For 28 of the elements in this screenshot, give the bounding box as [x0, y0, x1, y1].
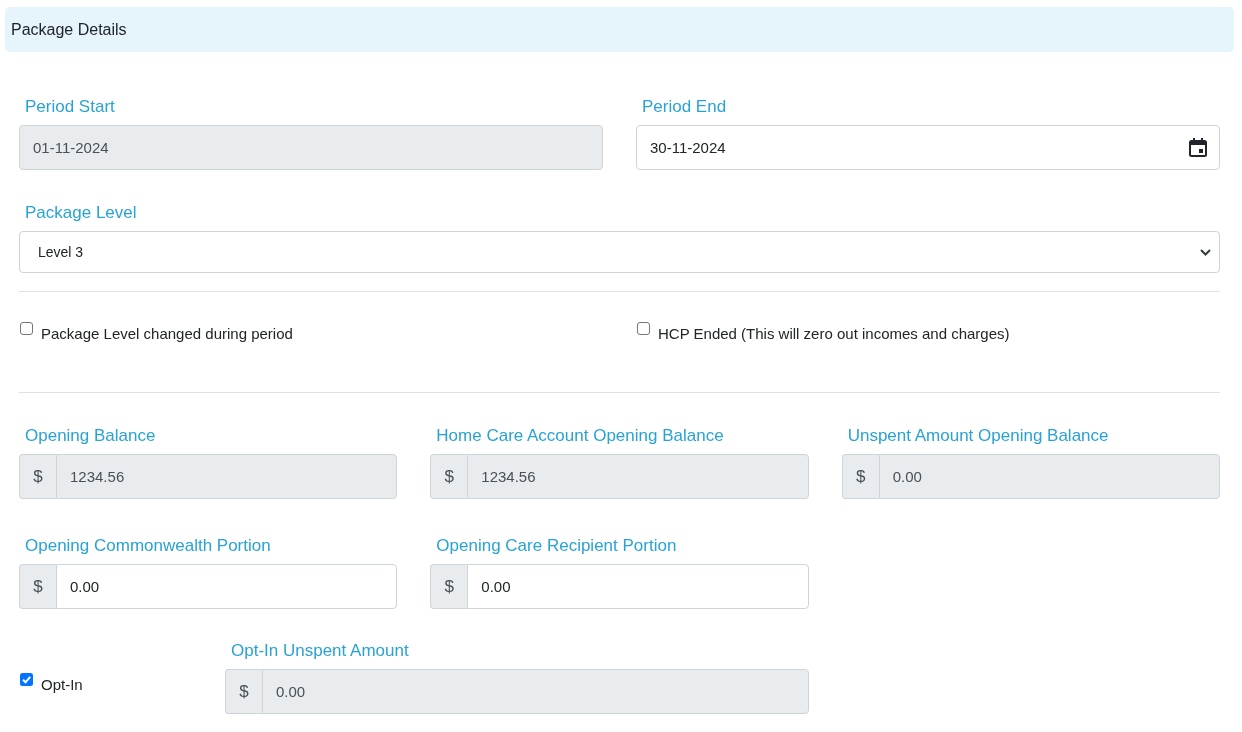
currency-addon: $ [430, 454, 468, 499]
currency-addon: $ [19, 564, 56, 609]
level-select[interactable]: Level 3 [19, 231, 1220, 273]
field-label: Period Start [25, 96, 115, 118]
field-label: Period End [642, 96, 727, 118]
checkbox-label: Opt-In [41, 675, 83, 695]
section-header: Package Details [5, 7, 1234, 52]
currency-addon: $ [225, 669, 262, 714]
currency-addon: $ [19, 454, 56, 499]
checkbox[interactable] [20, 673, 33, 686]
checkbox-label: HCP Ended (This will zero out incomes and charges) [658, 324, 1010, 344]
amount-field[interactable]: 0.00 [467, 564, 809, 609]
currency-addon: $ [841, 454, 879, 499]
amount-field[interactable]: 0.00 [56, 564, 398, 609]
checkbox-label: Package Level changed during period [41, 324, 293, 344]
calendar-icon[interactable] [1189, 138, 1207, 157]
checkbox[interactable] [637, 322, 650, 335]
chevron-icon [1200, 248, 1211, 256]
field-label: Opening Commonwealth Portion [25, 535, 271, 557]
field-label: Package Level [25, 202, 137, 224]
field-label: Unspent Amount Opening Balance [847, 425, 1109, 447]
field-label: Opening Care Recipient Portion [436, 535, 677, 557]
checkbox[interactable] [20, 322, 33, 335]
field-label: Home Care Account Opening Balance [436, 425, 724, 447]
field-label: Opening Balance [25, 425, 156, 447]
field-label: Opt-In Unspent Amount [231, 640, 409, 662]
date-field[interactable]: 30-11-2024 [636, 125, 1220, 170]
currency-addon: $ [430, 564, 468, 609]
